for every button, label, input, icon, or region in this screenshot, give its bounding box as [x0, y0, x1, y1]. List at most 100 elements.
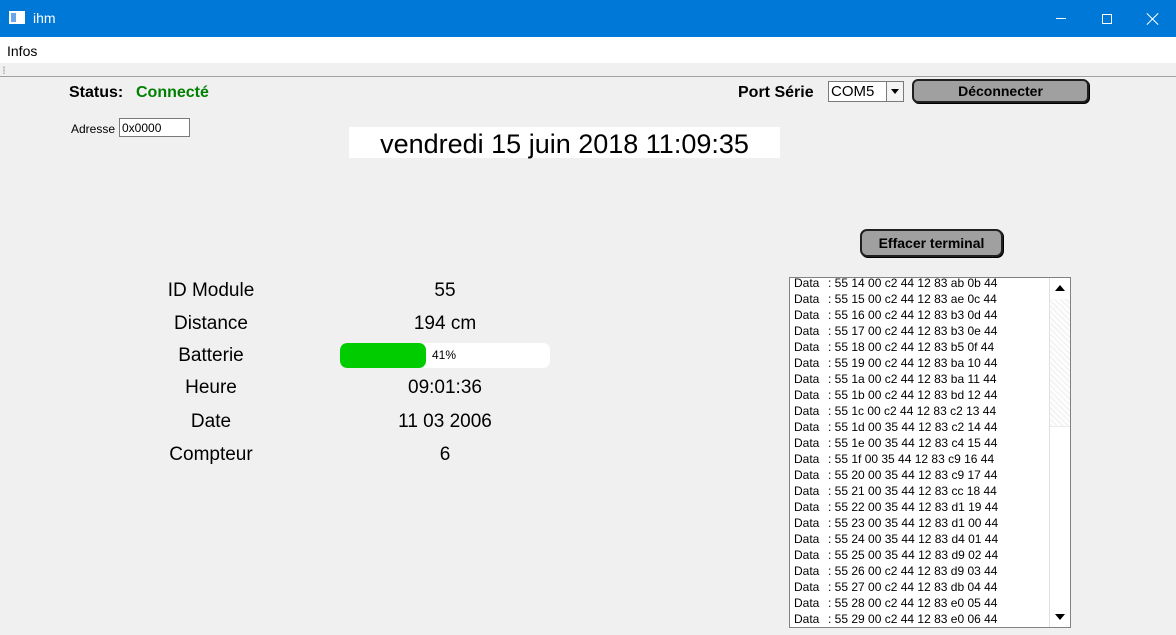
terminal-line-data: : 55 14 00 c2 44 12 83 ab 0b 44 [828, 277, 998, 290]
time-label: Heure [185, 377, 237, 398]
terminal-scrollbar[interactable] [1049, 278, 1070, 627]
terminal-line: Data : 55 1a 00 c2 44 12 83 ba 11 44 [794, 371, 1049, 387]
scroll-up-button[interactable] [1050, 278, 1070, 298]
minimize-icon [1056, 18, 1066, 19]
terminal-line-data: : 55 27 00 c2 44 12 83 db 04 44 [828, 580, 998, 594]
terminal-line: Data : 55 27 00 c2 44 12 83 db 04 44 [794, 579, 1049, 595]
terminal-line-data: : 55 22 00 35 44 12 83 d1 19 44 [828, 500, 999, 514]
terminal-line-label: Data [794, 292, 820, 306]
terminal-line-data: : 55 1d 00 35 44 12 83 c2 14 44 [828, 420, 998, 434]
terminal-line-label: Data [794, 532, 820, 546]
clear-terminal-button[interactable]: Effacer terminal [860, 229, 1003, 257]
terminal-line: Data: 55 15 00 c2 44 12 83 ae 0c 44 [794, 291, 1049, 307]
terminal-line: Data: 55 1d 00 35 44 12 83 c2 14 44 [794, 419, 1049, 435]
terminal-line-data: : 55 17 00 c2 44 12 83 b3 0e 44 [828, 324, 998, 338]
terminal-line-data: : 55 28 00 c2 44 12 83 e0 05 44 [828, 596, 998, 610]
disconnect-button[interactable]: Déconnecter [912, 79, 1089, 103]
terminal-line-label: Data [794, 372, 820, 386]
terminal-line-data: : 55 19 00 c2 44 12 83 ba 10 44 [828, 356, 998, 370]
close-button[interactable] [1130, 0, 1176, 37]
terminal-line: Data : 55 1b 00 c2 44 12 83 bd 12 44 [794, 387, 1049, 403]
dropdown-arrow-icon[interactable] [886, 82, 903, 101]
serial-port-select[interactable]: COM5 [828, 81, 904, 102]
date-value: 11 03 2006 [398, 411, 492, 432]
terminal-output[interactable]: Data: 55 14 00 c2 44 12 83 ab 0b 44 Data:… [789, 277, 1071, 628]
terminal-line-label: Data [794, 500, 820, 514]
terminal-line: Data : 55 26 00 c2 44 12 83 d9 03 44 [794, 563, 1049, 579]
terminal-line: Data: 55 23 00 35 44 12 83 d1 00 44 [794, 515, 1049, 531]
terminal-line: Data : 55 22 00 35 44 12 83 d1 19 44 [794, 499, 1049, 515]
terminal-line-label: Data [794, 452, 820, 466]
status-label: Status: [69, 84, 124, 101]
distance-value: 194 cm [413, 313, 477, 334]
terminal-line-data: : 55 18 00 c2 44 12 83 b5 0f 44 [828, 340, 995, 354]
terminal-line: Data : 55 19 00 c2 44 12 83 ba 10 44 [794, 355, 1049, 371]
menu-item-infos[interactable]: Infos [7, 43, 37, 59]
scroll-thumb[interactable] [1050, 426, 1070, 606]
terminal-line-label: Data [794, 468, 820, 482]
close-icon [1146, 12, 1160, 26]
terminal-line-data: : 55 1e 00 35 44 12 83 c4 15 44 [828, 436, 998, 450]
menu-bar: Infos [0, 37, 1176, 63]
arrow-down-icon [1055, 614, 1065, 620]
terminal-line-data: : 55 1a 00 c2 44 12 83 ba 11 44 [828, 372, 997, 386]
terminal-line-data: : 55 21 00 35 44 12 83 cc 18 44 [828, 484, 997, 498]
terminal-line-label: Data [794, 612, 820, 626]
terminal-line-label: Data [794, 596, 820, 610]
terminal-line-data: : 55 1f 00 35 44 12 83 c9 16 44 [828, 452, 995, 466]
terminal-line: Data : 55 25 00 35 44 12 83 d9 02 44 [794, 547, 1049, 563]
terminal-line: Data : 55 21 00 35 44 12 83 cc 18 44 [794, 483, 1049, 499]
minimize-button[interactable] [1038, 0, 1084, 37]
terminal-line: Data: 55 29 00 c2 44 12 83 e0 06 44 [794, 611, 1049, 627]
address-input[interactable]: 0x0000 [119, 118, 190, 137]
terminal-line-data: : 55 1c 00 c2 44 12 83 c2 13 44 [828, 404, 997, 418]
toolbar-grip-icon[interactable] [3, 66, 5, 74]
terminal-line-label: Data [794, 340, 820, 354]
terminal-lines: Data: 55 14 00 c2 44 12 83 ab 0b 44 Data:… [794, 277, 1049, 627]
app-window-icon [9, 11, 25, 24]
battery-percent-text: 41% [432, 348, 457, 362]
terminal-line: Data : 55 1e 00 35 44 12 83 c4 15 44 [794, 435, 1049, 451]
terminal-line-label: Data [794, 564, 820, 578]
date-label: Date [190, 411, 232, 432]
id-module-value: 55 [434, 280, 456, 301]
arrow-up-icon [1055, 285, 1065, 291]
maximize-icon [1102, 13, 1112, 24]
terminal-line-data: : 55 26 00 c2 44 12 83 d9 03 44 [828, 564, 998, 578]
terminal-line-label: Data [794, 277, 820, 290]
terminal-line-label: Data [794, 308, 820, 322]
terminal-line-data: : 55 16 00 c2 44 12 83 b3 0d 44 [828, 308, 998, 322]
time-value: 09:01:36 [408, 377, 482, 398]
terminal-line-label: Data [794, 436, 820, 450]
terminal-line-label: Data [794, 516, 820, 530]
battery-progress-bar: 41% [340, 343, 550, 368]
terminal-line-label: Data [794, 580, 820, 594]
terminal-line-label: Data [794, 356, 820, 370]
terminal-line-label: Data [794, 388, 820, 402]
terminal-line: Data : 55 14 00 c2 44 12 83 ab 0b 44 [794, 277, 1049, 291]
terminal-line-data: : 55 1b 00 c2 44 12 83 bd 12 44 [828, 388, 998, 402]
counter-value: 6 [439, 444, 451, 465]
terminal-line-label: Data [794, 484, 820, 498]
scroll-down-button[interactable] [1050, 607, 1070, 627]
current-datetime: vendredi 15 juin 2018 11:09:35 [349, 127, 780, 159]
battery-progress-fill [340, 343, 427, 368]
scroll-track[interactable] [1050, 299, 1070, 426]
terminal-line-data: : 55 25 00 35 44 12 83 d9 02 44 [828, 548, 999, 562]
terminal-line: Data : 55 18 00 c2 44 12 83 b5 0f 44 [794, 339, 1049, 355]
toolbar-strip [0, 63, 1176, 77]
battery-label: Batterie [178, 345, 244, 366]
maximize-button[interactable] [1084, 0, 1130, 37]
serial-port-label: Port Série [738, 84, 814, 101]
status-value: Connecté [136, 84, 209, 101]
terminal-line: Data: 55 1c 00 c2 44 12 83 c2 13 44 [794, 403, 1049, 419]
address-label: Adresse [71, 122, 116, 136]
terminal-line-data: : 55 24 00 35 44 12 83 d4 01 44 [828, 532, 999, 546]
terminal-line-data: : 55 20 00 35 44 12 83 c9 17 44 [828, 468, 998, 482]
terminal-line: Data: 55 17 00 c2 44 12 83 b3 0e 44 [794, 323, 1049, 339]
terminal-line-label: Data [794, 548, 820, 562]
terminal-line: Data : 55 28 00 c2 44 12 83 e0 05 44 [794, 595, 1049, 611]
title-bar: ihm [0, 0, 1176, 37]
terminal-line: Data : 55 24 00 35 44 12 83 d4 01 44 [794, 531, 1049, 547]
terminal-line: Data : 55 20 00 35 44 12 83 c9 17 44 [794, 467, 1049, 483]
